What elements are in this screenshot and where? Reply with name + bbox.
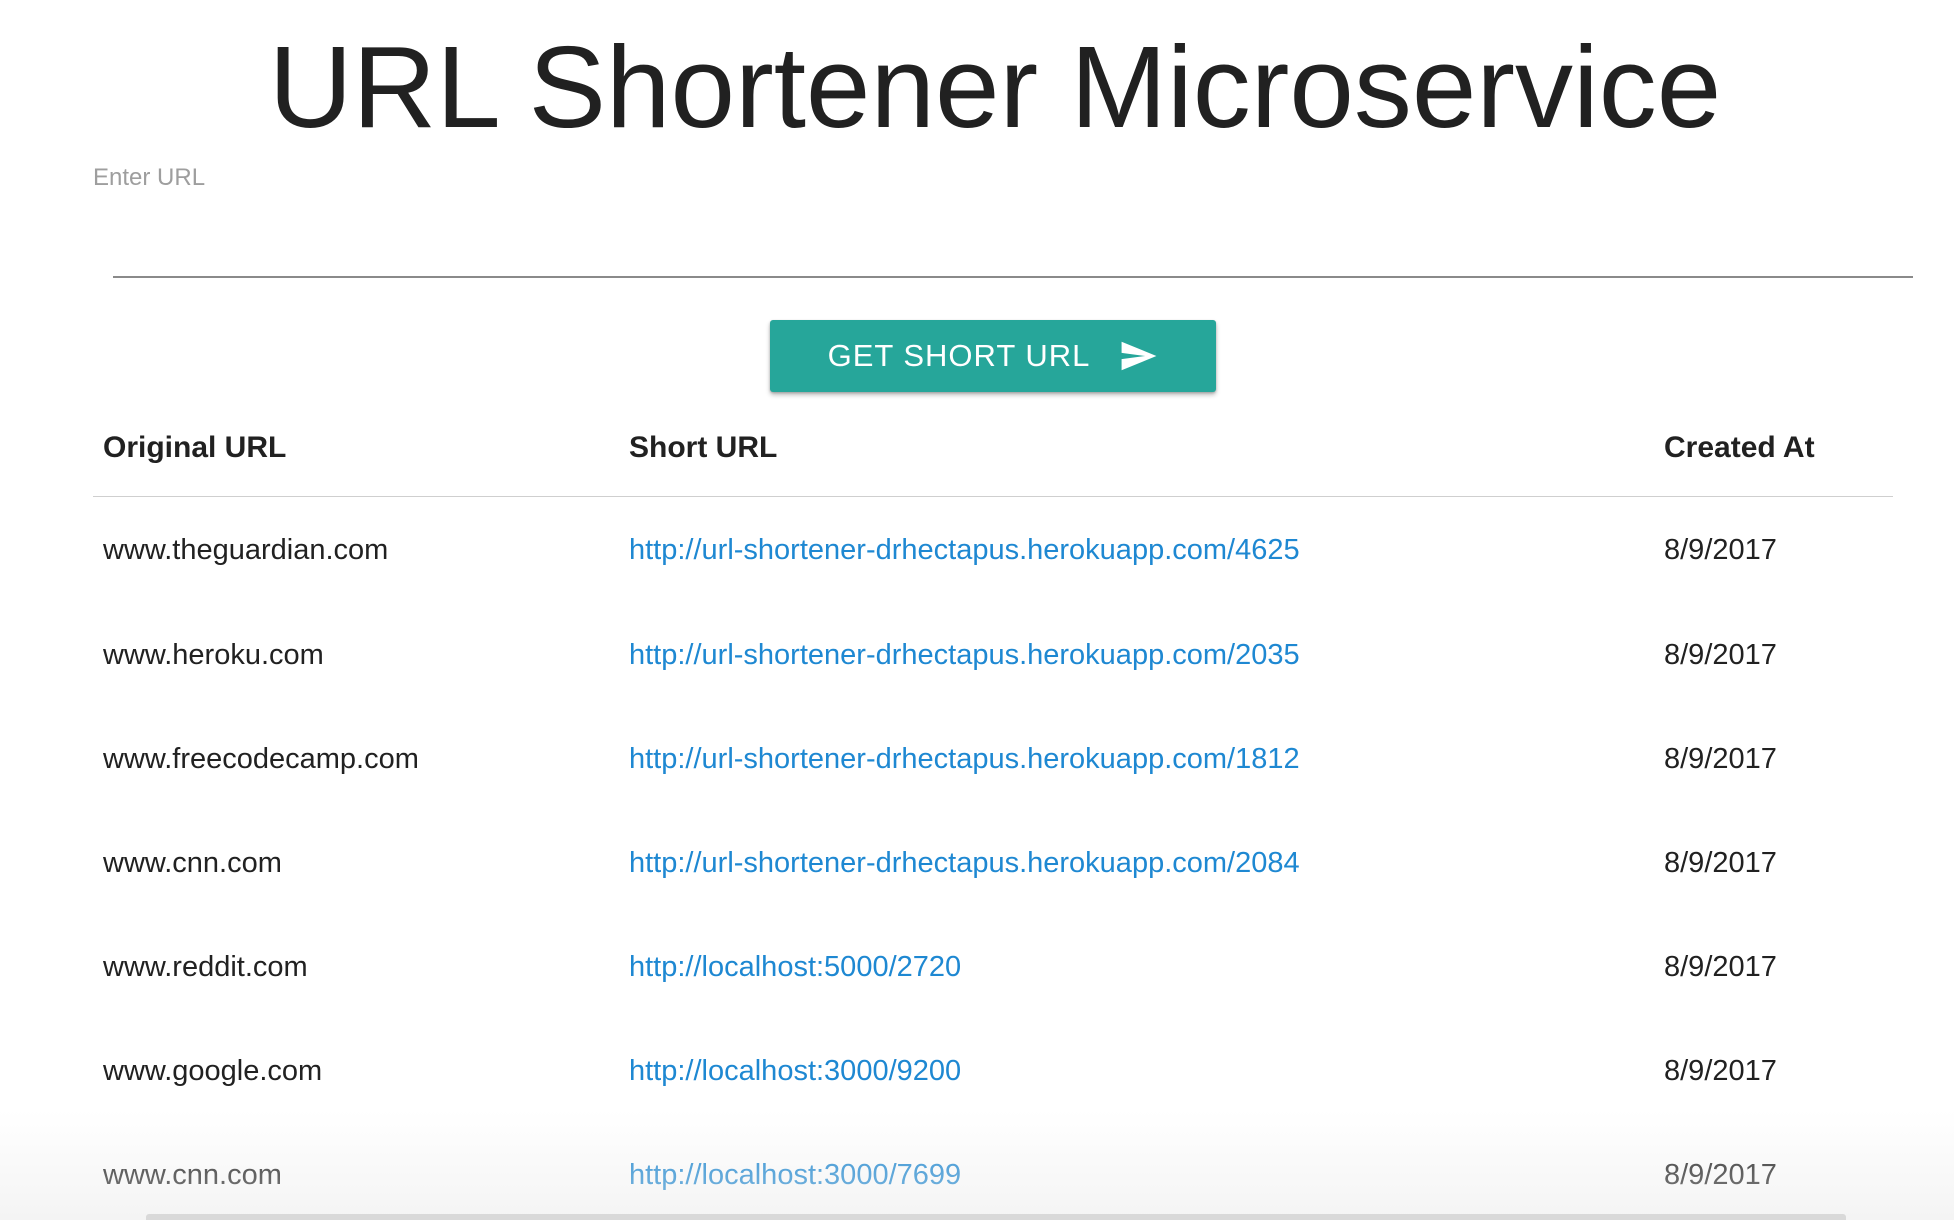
url-input[interactable] (113, 220, 1913, 278)
send-icon (1120, 340, 1158, 372)
created-at-cell: 8/9/2017 (1654, 811, 1893, 915)
url-field: Enter URL (93, 160, 1913, 300)
short-url-cell: http://url-shortener-drhectapus.herokuap… (619, 707, 1654, 811)
original-url-cell: www.reddit.com (93, 915, 619, 1019)
short-url-link[interactable]: http://url-shortener-drhectapus.herokuap… (629, 534, 1300, 566)
original-url-cell: www.cnn.com (93, 1123, 619, 1227)
original-url-cell: www.freecodecamp.com (93, 707, 619, 811)
created-at-cell: 8/9/2017 (1654, 707, 1893, 811)
column-header-created-at: Created At (1654, 400, 1893, 497)
column-header-short-url: Short URL (619, 400, 1654, 497)
short-url-link[interactable]: http://localhost:3000/7699 (629, 1159, 961, 1191)
original-url-cell: www.heroku.com (93, 603, 619, 707)
created-at-cell: 8/9/2017 (1654, 603, 1893, 707)
short-url-link[interactable]: http://localhost:3000/9200 (629, 1055, 961, 1087)
get-short-url-button[interactable]: GET SHORT URL (770, 320, 1216, 392)
url-table-header: Original URL Short URL Created At (93, 400, 1893, 497)
url-field-label: Enter URL (93, 164, 205, 192)
original-url-cell: www.theguardian.com (93, 497, 619, 604)
original-url-cell: www.cnn.com (93, 811, 619, 915)
table-row: www.theguardian.com http://url-shortener… (93, 497, 1893, 604)
short-url-link[interactable]: http://localhost:5000/2720 (629, 951, 961, 983)
short-url-cell: http://url-shortener-drhectapus.herokuap… (619, 603, 1654, 707)
table-row: www.heroku.com http://url-shortener-drhe… (93, 603, 1893, 707)
short-url-cell: http://localhost:5000/2720 (619, 915, 1654, 1019)
get-short-url-label: GET SHORT URL (828, 338, 1091, 374)
short-url-link[interactable]: http://url-shortener-drhectapus.herokuap… (629, 847, 1300, 879)
table-row: www.google.com http://localhost:3000/920… (93, 1019, 1893, 1123)
url-table-body: www.theguardian.com http://url-shortener… (93, 497, 1893, 1227)
table-header-row: Original URL Short URL Created At (93, 400, 1893, 497)
created-at-cell: 8/9/2017 (1654, 915, 1893, 1019)
url-table: Original URL Short URL Created At www.th… (93, 400, 1893, 1227)
short-url-link[interactable]: http://url-shortener-drhectapus.herokuap… (629, 639, 1300, 671)
created-at-cell: 8/9/2017 (1654, 1123, 1893, 1227)
column-header-original-url: Original URL (93, 400, 619, 497)
short-url-cell: http://localhost:3000/7699 (619, 1123, 1654, 1227)
table-row: www.cnn.com http://url-shortener-drhecta… (93, 811, 1893, 915)
table-row: www.reddit.com http://localhost:5000/272… (93, 915, 1893, 1019)
created-at-cell: 8/9/2017 (1654, 497, 1893, 604)
short-url-cell: http://url-shortener-drhectapus.herokuap… (619, 497, 1654, 604)
created-at-cell: 8/9/2017 (1654, 1019, 1893, 1123)
original-url-cell: www.google.com (93, 1019, 619, 1123)
table-row: www.freecodecamp.com http://url-shortene… (93, 707, 1893, 811)
table-row: www.cnn.com http://localhost:3000/7699 8… (93, 1123, 1893, 1227)
short-url-cell: http://localhost:3000/9200 (619, 1019, 1654, 1123)
short-url-cell: http://url-shortener-drhectapus.herokuap… (619, 811, 1654, 915)
page-title: URL Shortener Microservice (0, 22, 1954, 152)
short-url-link[interactable]: http://url-shortener-drhectapus.herokuap… (629, 743, 1300, 775)
